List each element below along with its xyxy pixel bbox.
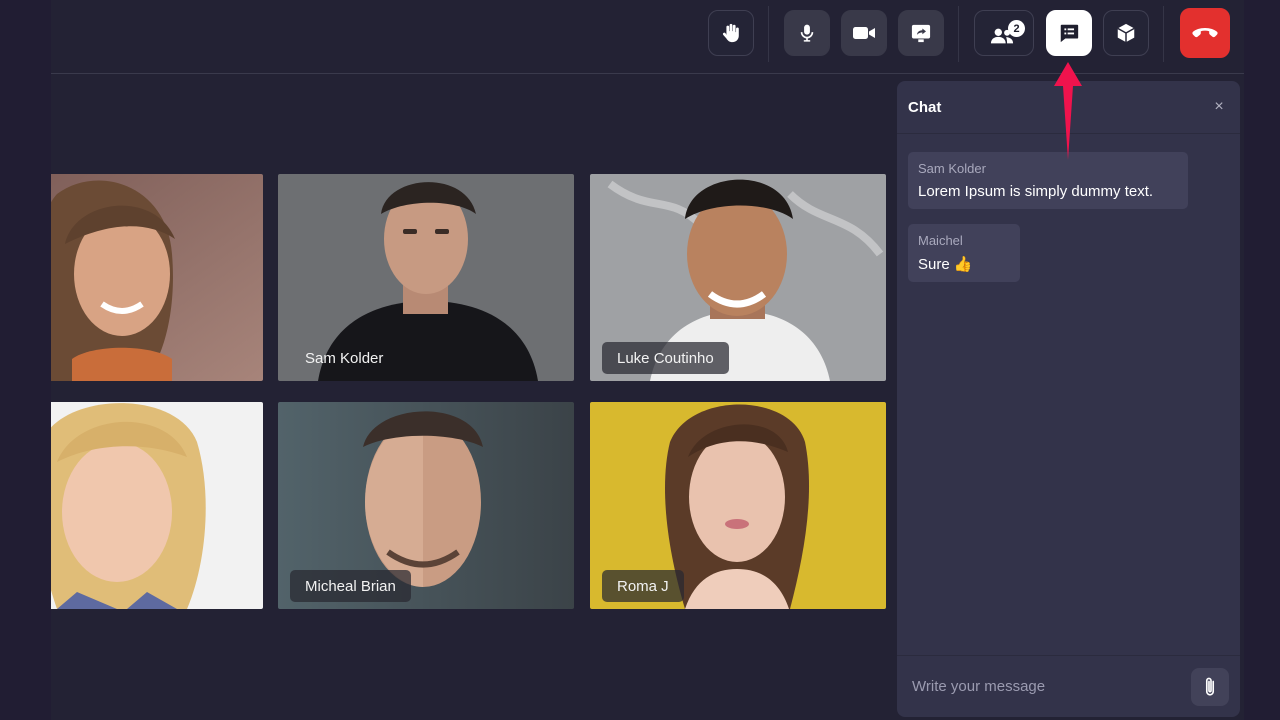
chat-title: Chat xyxy=(908,98,942,116)
chat-input-bar xyxy=(897,655,1240,717)
annotation-arrow xyxy=(1054,62,1082,160)
message-text: Sure 👍 xyxy=(918,256,973,273)
chat-message: Maichel Sure 👍 xyxy=(908,224,1020,282)
chat-icon xyxy=(1060,24,1079,43)
chat-message-input[interactable] xyxy=(912,678,1191,695)
participant-name: Roma J xyxy=(602,570,684,602)
message-sender: Sam Kolder xyxy=(918,161,986,176)
video-camera-icon xyxy=(853,27,875,39)
participant-tile[interactable]: Luke Coutinho xyxy=(590,174,886,381)
participants-button[interactable]: 2 xyxy=(974,10,1034,56)
participant-tile[interactable]: Micheal Brian xyxy=(278,402,574,609)
phone-hangup-icon xyxy=(1192,28,1218,38)
participant-tile[interactable]: Sam Kolder xyxy=(278,174,574,381)
meeting-app: 2 Sam Kolder Luke Coutinho Micheal Brian… xyxy=(51,0,1244,720)
microphone-button[interactable] xyxy=(784,10,830,56)
participant-name: Luke Coutinho xyxy=(602,342,729,374)
screen-share-icon xyxy=(911,24,931,43)
apps-button[interactable] xyxy=(1103,10,1149,56)
chat-button[interactable] xyxy=(1046,10,1092,56)
participants-count-badge: 2 xyxy=(1008,20,1025,37)
toolbar-divider xyxy=(768,6,769,62)
participant-video xyxy=(51,174,263,381)
participant-tile[interactable]: Roma J xyxy=(590,402,886,609)
end-call-button[interactable] xyxy=(1180,8,1230,58)
message-text: Lorem Ipsum is simply dummy text. xyxy=(918,183,1154,200)
participant-name: Sam Kolder xyxy=(305,349,384,367)
share-screen-button[interactable] xyxy=(898,10,944,56)
message-sender: Maichel xyxy=(918,233,963,248)
camera-button[interactable] xyxy=(841,10,887,56)
participant-video xyxy=(51,402,263,609)
chat-message: Sam Kolder Lorem Ipsum is simply dummy t… xyxy=(908,152,1188,209)
chat-panel: Chat × Sam Kolder Lorem Ipsum is simply … xyxy=(897,81,1240,717)
participant-tile[interactable]: wn xyxy=(51,402,263,609)
hand-icon xyxy=(722,23,739,43)
cube-icon xyxy=(1117,23,1135,43)
microphone-icon xyxy=(800,24,814,42)
toolbar-divider xyxy=(1163,6,1164,62)
raise-hand-button[interactable] xyxy=(708,10,754,56)
attach-button[interactable] xyxy=(1191,667,1229,706)
paperclip-icon xyxy=(1205,677,1215,696)
participant-name: Micheal Brian xyxy=(290,570,411,602)
toolbar-divider xyxy=(958,6,959,62)
close-icon[interactable]: × xyxy=(1209,98,1229,116)
participant-tile[interactable] xyxy=(51,174,263,381)
